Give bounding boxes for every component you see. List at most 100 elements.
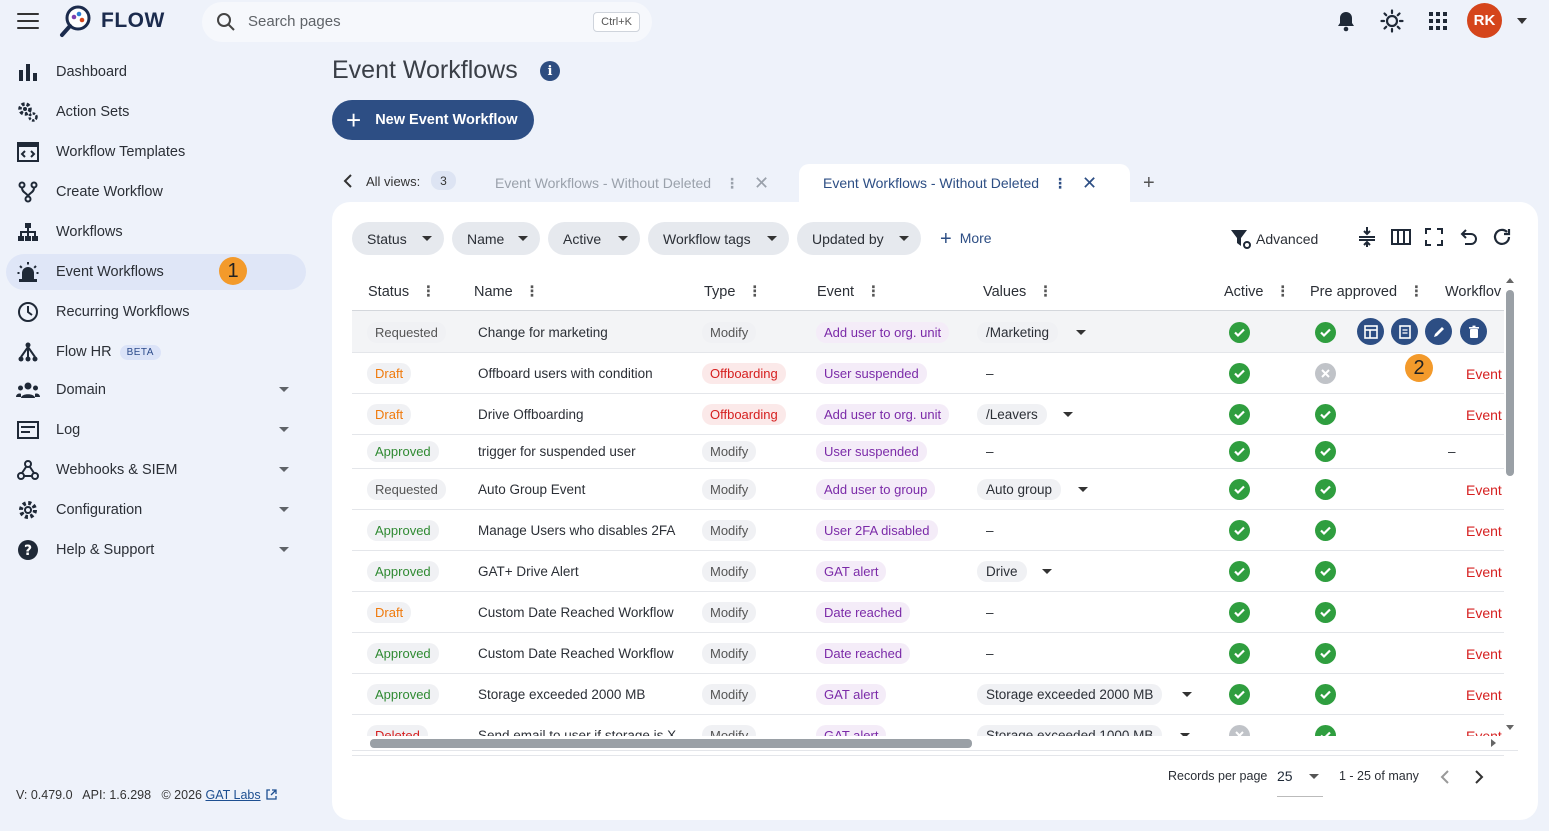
column-header[interactable]: Active ⋮	[1224, 284, 1290, 300]
info-icon[interactable]: i	[540, 61, 560, 81]
chevron-down-icon[interactable]	[1063, 411, 1073, 417]
edit-button[interactable]	[1425, 318, 1452, 345]
view-log-button[interactable]	[1391, 318, 1418, 345]
sidebar-item-action-sets[interactable]: Action Sets	[6, 94, 306, 130]
workflow-name[interactable]: Drive Offboarding	[478, 407, 584, 422]
vertical-scrollbar[interactable]	[1506, 290, 1514, 476]
column-header[interactable]: Values ⋮	[983, 284, 1053, 300]
column-header[interactable]: Status ⋮	[368, 284, 436, 300]
views-back-chevron-icon[interactable]	[343, 174, 353, 188]
sidebar-item-dashboard[interactable]: Dashboard	[6, 54, 306, 90]
chevron-down-icon[interactable]	[1076, 329, 1086, 335]
density-icon[interactable]	[1356, 226, 1378, 248]
create-workflow-icon	[16, 180, 40, 204]
workflow-name[interactable]: Offboard users with condition	[478, 366, 653, 381]
callout-marker-2: 2	[1405, 354, 1433, 382]
chevron-down-icon[interactable]	[1182, 691, 1192, 697]
column-menu-icon[interactable]: ⋮	[421, 284, 436, 300]
apps-grid-icon[interactable]	[1429, 12, 1447, 30]
scroll-up-icon[interactable]	[1505, 276, 1515, 284]
advanced-filter-button[interactable]: Advanced	[1230, 228, 1318, 250]
chevron-down-icon	[518, 236, 528, 241]
search-input[interactable]: Search pages	[248, 13, 341, 30]
sidebar-item-workflow-templates[interactable]: Workflow Templates	[6, 134, 306, 170]
workflow-name[interactable]: Custom Date Reached Workflow	[478, 605, 674, 620]
column-menu-icon[interactable]: ⋮	[1276, 284, 1291, 300]
sidebar-item-help-support[interactable]: ? Help & Support	[6, 532, 306, 568]
tab-view-1[interactable]: Event Workflows - Without Deleted ⋮ ✕	[484, 164, 796, 202]
workflow-type-label: –	[1448, 444, 1456, 459]
company-link[interactable]: GAT Labs	[205, 788, 260, 802]
column-header[interactable]: Event ⋮	[817, 284, 881, 300]
chevron-down-icon[interactable]	[1042, 568, 1052, 574]
values-select[interactable]: /Marketing	[977, 321, 1059, 343]
fullscreen-icon[interactable]	[1423, 226, 1445, 248]
horizontal-scrollbar[interactable]	[370, 739, 972, 748]
column-menu-icon[interactable]: ⋮	[525, 284, 540, 300]
records-per-page-select[interactable]: 25	[1277, 762, 1323, 797]
sidebar-item-configuration[interactable]: Configuration	[6, 492, 306, 528]
column-menu-icon[interactable]: ⋮	[747, 284, 762, 300]
bell-icon[interactable]	[1335, 10, 1357, 32]
filter-chip-status[interactable]: Status	[352, 222, 444, 255]
sidebar-item-event-workflows[interactable]: Event Workflows	[6, 254, 306, 290]
chevron-down-icon[interactable]	[1078, 486, 1088, 492]
column-menu-icon[interactable]: ⋮	[1409, 284, 1424, 300]
menu-icon[interactable]	[17, 13, 39, 29]
workflow-name[interactable]: trigger for suspended user	[478, 444, 636, 459]
column-header[interactable]: Workflov	[1445, 284, 1501, 300]
workflow-name[interactable]: Change for marketing	[478, 325, 608, 340]
prev-page-icon[interactable]	[1440, 770, 1450, 784]
tab-close-icon[interactable]: ✕	[754, 173, 769, 194]
tab-close-icon[interactable]: ✕	[1082, 173, 1097, 194]
tab-view-2[interactable]: Event Workflows - Without Deleted ⋮ ✕	[799, 164, 1130, 202]
workflow-name[interactable]: Storage exceeded 2000 MB	[478, 687, 645, 702]
column-menu-icon[interactable]: ⋮	[866, 284, 881, 300]
view-details-button[interactable]	[1357, 318, 1384, 345]
add-view-button[interactable]: +	[1143, 172, 1155, 195]
column-header[interactable]: Pre approved ⋮	[1310, 284, 1424, 300]
user-avatar[interactable]: RK	[1467, 3, 1502, 38]
sidebar-item-log[interactable]: Log	[6, 412, 306, 448]
scroll-right-icon[interactable]	[1490, 738, 1498, 748]
column-header[interactable]: Name ⋮	[474, 284, 539, 300]
columns-icon[interactable]	[1390, 226, 1412, 248]
status-badge: Approved	[367, 560, 439, 582]
values-select[interactable]: /Leavers	[977, 403, 1047, 425]
workflow-name[interactable]: Custom Date Reached Workflow	[478, 646, 674, 661]
sidebar-item-workflows[interactable]: Workflows	[6, 214, 306, 250]
delete-button[interactable]	[1460, 318, 1487, 345]
filter-chip-active[interactable]: Active	[548, 222, 640, 255]
filter-settings-icon	[1231, 230, 1251, 249]
filter-chip-updated-by[interactable]: Updated by	[797, 222, 921, 255]
values-select[interactable]: Drive	[977, 560, 1027, 582]
refresh-icon[interactable]	[1491, 226, 1513, 248]
workflow-name[interactable]: GAT+ Drive Alert	[478, 564, 579, 579]
all-views-label[interactable]: All views:	[366, 174, 420, 189]
sidebar-item-create-workflow[interactable]: Create Workflow	[6, 174, 306, 210]
workflow-name[interactable]: Auto Group Event	[478, 482, 585, 497]
next-page-icon[interactable]	[1474, 770, 1484, 784]
tab-more-icon[interactable]: ⋮	[1053, 175, 1067, 192]
scroll-down-icon[interactable]	[1505, 724, 1515, 732]
values-select[interactable]: Storage exceeded 2000 MB	[977, 683, 1163, 705]
search-bar[interactable]: Search pages Ctrl+K	[202, 2, 652, 42]
sidebar-item-flow-hr[interactable]: Flow HR BETA	[6, 334, 306, 370]
new-event-workflow-button[interactable]: + New Event Workflow	[332, 100, 534, 140]
filter-chip-name[interactable]: Name	[452, 222, 540, 255]
tab-more-icon[interactable]: ⋮	[725, 175, 739, 192]
undo-icon[interactable]	[1457, 226, 1479, 248]
account-menu-chevron-icon[interactable]	[1517, 18, 1527, 24]
sidebar-item-domain[interactable]: Domain	[6, 372, 306, 408]
sidebar-item-webhooks-siem[interactable]: Webhooks & SIEM	[6, 452, 306, 488]
clock-icon	[16, 300, 40, 324]
values-select[interactable]: Auto group	[977, 478, 1062, 500]
workflow-name[interactable]: Manage Users who disables 2FA	[478, 523, 675, 538]
sidebar-item-label: Create Workflow	[56, 184, 163, 200]
theme-toggle-icon[interactable]	[1380, 9, 1404, 33]
column-header[interactable]: Type ⋮	[704, 284, 762, 300]
filter-chip-workflow-tags[interactable]: Workflow tags	[648, 222, 789, 255]
column-menu-icon[interactable]: ⋮	[1038, 284, 1053, 300]
sidebar-item-recurring-workflows[interactable]: Recurring Workflows	[6, 294, 306, 330]
more-filters-button[interactable]: + More	[940, 228, 992, 251]
